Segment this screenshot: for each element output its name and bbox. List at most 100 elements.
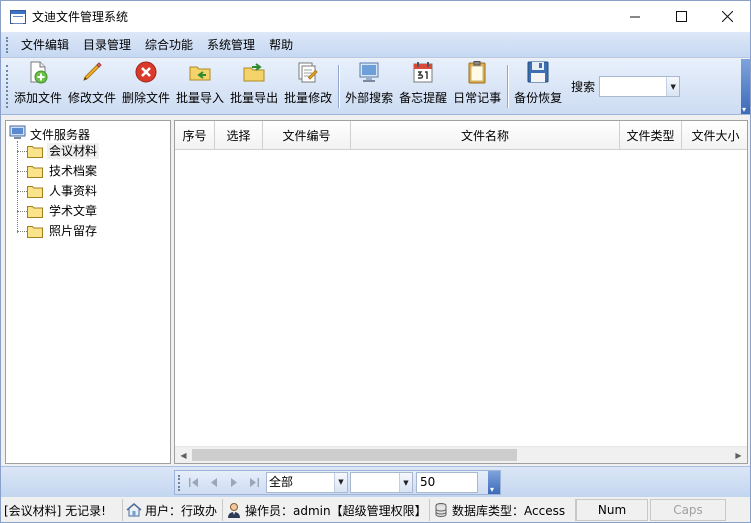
scroll-thumb[interactable]	[192, 449, 517, 461]
delete-icon	[134, 60, 158, 84]
tree-item-label: 人事资料	[49, 184, 98, 198]
external-search-button[interactable]: 外部搜索	[342, 59, 396, 114]
clipboard-icon	[465, 60, 489, 84]
daily-notes-label: 日常记事	[453, 91, 502, 105]
tree-item-label: 照片留存	[49, 224, 98, 238]
scroll-right-icon[interactable]: ▶	[730, 447, 747, 463]
num-lock-indicator: Num	[576, 499, 648, 521]
second-combo[interactable]: ▼	[350, 472, 413, 493]
home-icon	[126, 502, 142, 518]
tree-connector	[17, 150, 27, 152]
tree-item-label: 学术文章	[49, 204, 98, 218]
maximize-button[interactable]	[658, 1, 704, 32]
prev-page-icon[interactable]	[204, 473, 224, 493]
add-file-button[interactable]: 添加文件	[11, 59, 65, 114]
file-grid: 序号 选择 文件编号 文件名称 文件类型 文件大小 ◀ ▶	[174, 120, 748, 464]
tree-item-photos[interactable]: 照片留存	[17, 221, 99, 241]
title-bar: 文迪文件管理系统	[1, 1, 750, 32]
floppy-disk-icon	[526, 60, 550, 84]
last-page-icon[interactable]	[244, 473, 264, 493]
pager-overflow-button[interactable]	[488, 471, 500, 494]
menu-bar: 文件编辑 目录管理 综合功能 系统管理 帮助	[1, 32, 750, 58]
tree-connector	[17, 210, 27, 212]
batch-import-button[interactable]: 批量导入	[173, 59, 227, 114]
folder-import-icon	[188, 60, 212, 84]
pager-bar: 全部 ▼ ▼ 50	[1, 466, 750, 497]
batch-import-label: 批量导入	[176, 91, 225, 105]
pencil-icon	[80, 60, 104, 84]
app-icon	[10, 9, 26, 24]
batch-export-button[interactable]: 批量导出	[227, 59, 281, 114]
menu-system[interactable]: 系统管理	[200, 33, 262, 57]
first-page-icon[interactable]	[184, 473, 204, 493]
tree-item-tech-archives[interactable]: 技术档案	[17, 161, 99, 181]
minimize-button[interactable]	[612, 1, 658, 32]
backup-restore-button[interactable]: 备份恢复	[511, 59, 565, 114]
folder-icon	[27, 145, 43, 158]
column-header-index[interactable]: 序号	[175, 121, 215, 150]
tree-item-meeting-materials[interactable]: 会议材料	[17, 141, 100, 161]
memo-reminder-button[interactable]: 备忘提醒	[396, 59, 450, 114]
toolbar-separator	[507, 65, 509, 108]
tree-connector	[17, 170, 27, 172]
column-header-select[interactable]: 选择	[215, 121, 263, 150]
tree-item-label: 技术档案	[49, 164, 98, 178]
search-combo[interactable]: ▼	[599, 76, 681, 97]
filter-value: 全部	[269, 475, 294, 489]
menu-functions[interactable]: 综合功能	[138, 33, 200, 57]
chevron-down-icon[interactable]: ▼	[334, 473, 347, 492]
menu-file-edit[interactable]: 文件编辑	[14, 33, 76, 57]
delete-file-label: 删除文件	[122, 91, 171, 105]
status-message: [会议材料] 无记录!	[1, 499, 123, 521]
toolbar-overflow-button[interactable]	[741, 59, 750, 114]
search-label: 搜索	[571, 80, 596, 94]
delete-file-button[interactable]: 删除文件	[119, 59, 173, 114]
status-db-type: 数据库类型：Access	[430, 499, 576, 521]
external-search-label: 外部搜索	[345, 91, 394, 105]
page-size-value: 50	[420, 475, 436, 489]
batch-edit-button[interactable]: 批量修改	[281, 59, 335, 114]
chevron-down-icon[interactable]: ▼	[666, 77, 680, 96]
folder-icon	[27, 225, 43, 238]
caps-lock-indicator: Caps	[650, 499, 726, 521]
grid-header: 序号 选择 文件编号 文件名称 文件类型 文件大小	[175, 121, 747, 150]
close-button[interactable]	[704, 1, 750, 32]
toolbar: 添加文件 修改文件 删除文件 批量导入 批量导出 批量修改 外部搜索 备忘提醒 …	[1, 59, 750, 115]
next-page-icon[interactable]	[224, 473, 244, 493]
menu-grip[interactable]	[6, 36, 8, 53]
filter-combo[interactable]: 全部 ▼	[266, 472, 348, 493]
page-size-input[interactable]: 50	[416, 472, 478, 493]
status-user: 用户：行政办	[123, 499, 223, 521]
chevron-down-icon[interactable]: ▼	[399, 473, 412, 492]
status-operator: 操作员：admin【超级管理权限】	[223, 499, 430, 521]
status-operator-text: 操作员：admin【超级管理权限】	[245, 503, 427, 518]
column-header-file-name[interactable]: 文件名称	[351, 121, 620, 150]
tree-item-label: 会议材料	[47, 143, 100, 159]
external-search-icon	[357, 60, 381, 84]
window-title: 文迪文件管理系统	[32, 10, 129, 24]
column-header-file-size[interactable]: 文件大小	[682, 121, 747, 150]
menu-help[interactable]: 帮助	[262, 33, 300, 57]
daily-notes-button[interactable]: 日常记事	[450, 59, 504, 114]
add-file-icon	[26, 60, 50, 84]
window-controls	[612, 1, 750, 32]
column-header-file-number[interactable]: 文件编号	[263, 121, 351, 150]
scroll-left-icon[interactable]: ◀	[175, 447, 192, 463]
batch-edit-label: 批量修改	[284, 91, 333, 105]
calendar-icon	[411, 60, 435, 84]
pager-grip[interactable]	[178, 474, 180, 491]
tree-item-personnel[interactable]: 人事资料	[17, 181, 99, 201]
toolbar-grip[interactable]	[6, 65, 8, 108]
edit-file-button[interactable]: 修改文件	[65, 59, 119, 114]
tree-item-academic[interactable]: 学术文章	[17, 201, 99, 221]
horizontal-scrollbar[interactable]: ◀ ▶	[175, 446, 747, 463]
folder-icon	[27, 165, 43, 178]
menu-directory[interactable]: 目录管理	[76, 33, 138, 57]
edit-file-label: 修改文件	[68, 91, 117, 105]
memo-reminder-label: 备忘提醒	[399, 91, 448, 105]
toolbar-separator	[338, 65, 340, 108]
column-header-file-type[interactable]: 文件类型	[620, 121, 682, 150]
tree-root-label: 文件服务器	[30, 127, 91, 142]
database-icon	[433, 502, 449, 518]
status-bar: [会议材料] 无记录! 用户：行政办 操作员：admin【超级管理权限】 数据库…	[1, 498, 750, 522]
